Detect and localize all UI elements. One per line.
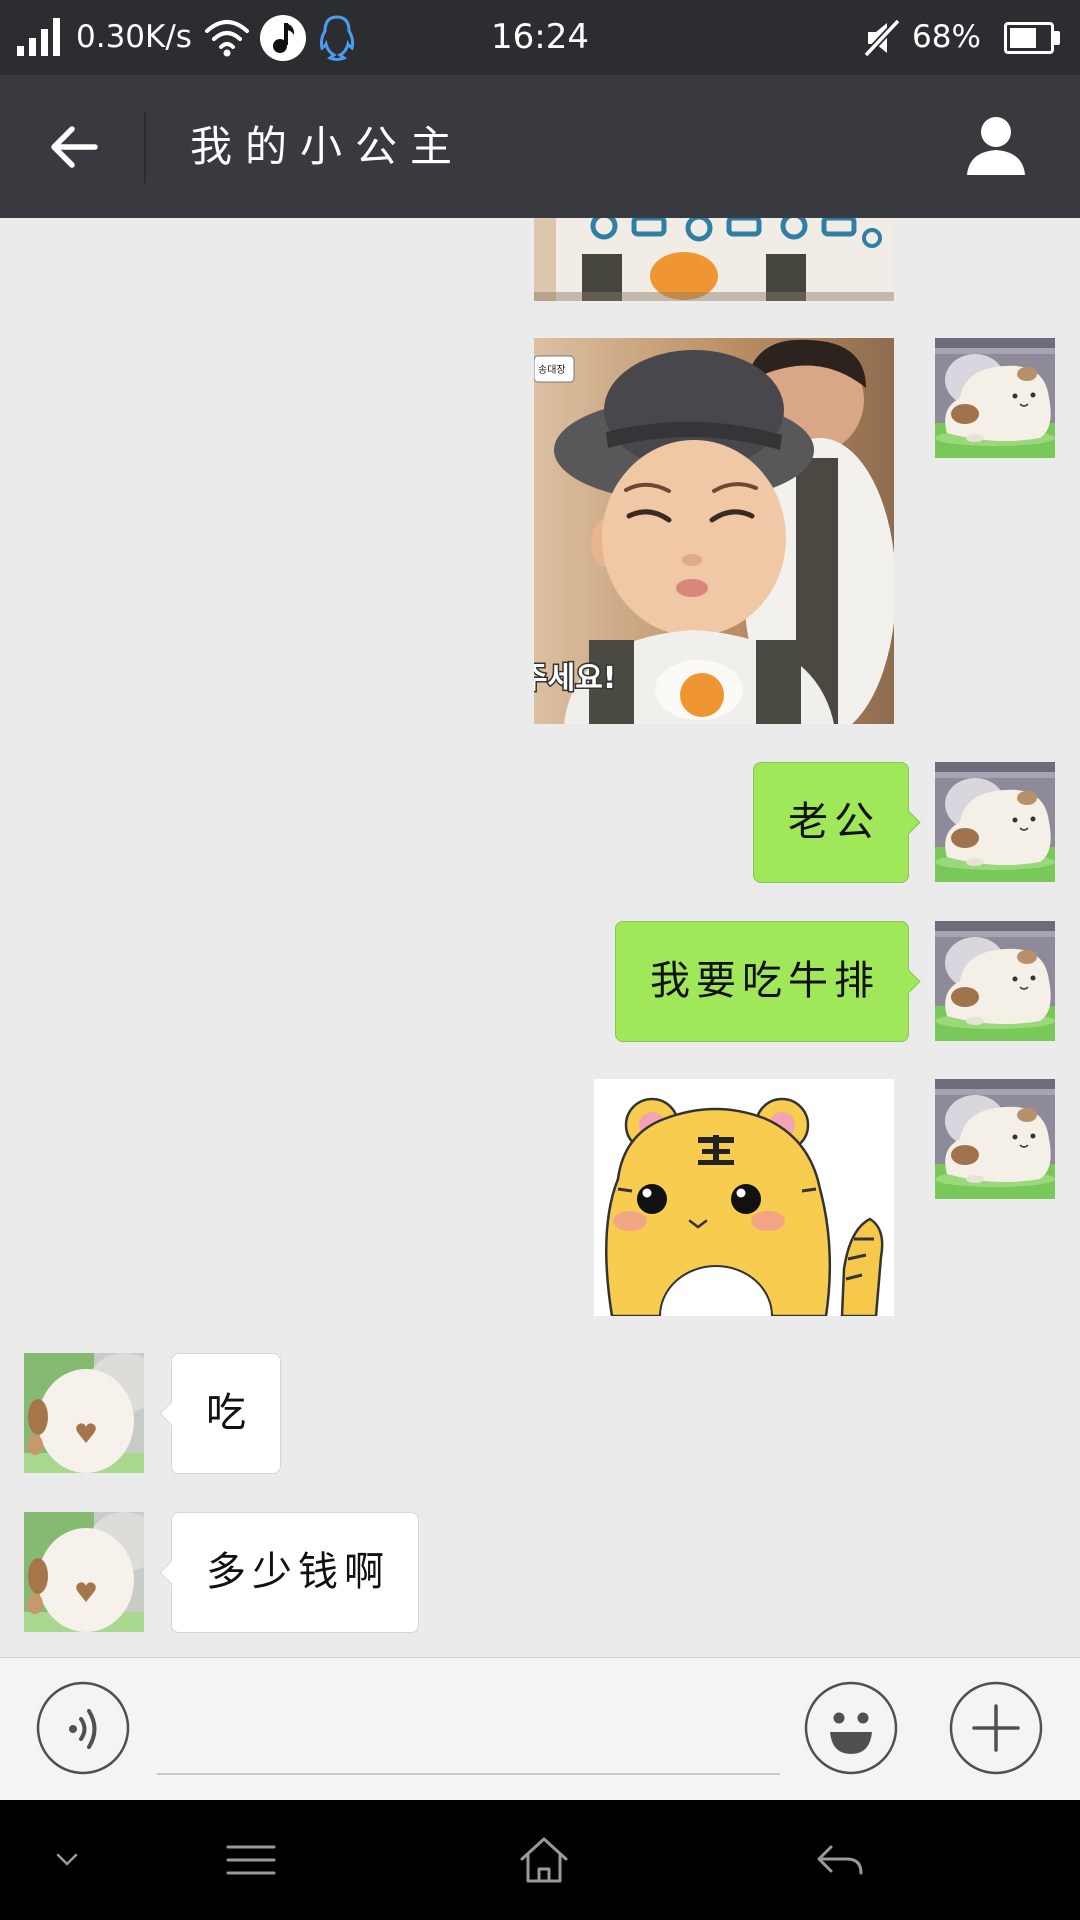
avatar-image <box>935 1079 1055 1199</box>
input-underline <box>157 1773 780 1775</box>
chat-title: 我的小公主 <box>190 122 466 171</box>
message-text: 多少钱啊 <box>206 1549 390 1595</box>
my-avatar[interactable] <box>935 762 1055 882</box>
message-text: 老公 <box>788 799 880 845</box>
battery-nub <box>1054 31 1060 45</box>
clock-time: 16:24 <box>491 17 589 57</box>
avatar-image <box>935 762 1055 882</box>
avatar-image <box>24 1512 144 1632</box>
menu-lines-icon <box>226 1845 276 1875</box>
my-avatar[interactable] <box>935 921 1055 1041</box>
message-text: 吃 <box>206 1390 252 1436</box>
music-app-icon <box>260 15 306 61</box>
mute-icon <box>863 18 901 58</box>
chat-info-button[interactable] <box>950 111 1042 183</box>
contact-avatar[interactable] <box>24 1512 144 1632</box>
received-message-bubble[interactable]: 多少钱啊 <box>171 1512 419 1633</box>
photo-label: 송대장 <box>538 364 566 376</box>
avatar-image <box>935 921 1055 1041</box>
collapse-button[interactable] <box>17 1820 117 1900</box>
smiley-icon <box>804 1681 898 1775</box>
signal-bars-icon <box>17 18 60 56</box>
person-icon <box>967 117 1025 175</box>
tiger-sticker-image <box>594 1079 894 1316</box>
wifi-icon <box>205 20 249 57</box>
arrow-left-icon <box>51 126 98 168</box>
received-message-bubble[interactable]: 吃 <box>171 1353 281 1474</box>
sent-photo-message[interactable] <box>534 218 894 301</box>
back-button[interactable] <box>30 111 120 183</box>
plus-icon <box>949 1681 1043 1775</box>
system-back-button[interactable] <box>790 1820 890 1900</box>
menu-button[interactable] <box>201 1820 301 1900</box>
sent-message-bubble[interactable]: 老公 <box>753 762 909 883</box>
home-button[interactable] <box>494 1820 594 1900</box>
voice-input-button[interactable] <box>36 1681 130 1775</box>
sent-photo-message[interactable]: 송대장 주세요! <box>534 338 894 724</box>
home-icon <box>520 1837 568 1883</box>
message-text-input[interactable] <box>157 1678 780 1774</box>
my-avatar[interactable] <box>935 1079 1055 1199</box>
battery-icon <box>1004 22 1054 54</box>
message-list[interactable]: 송대장 주세요! 老公 <box>0 218 1080 1657</box>
voice-wave-icon <box>36 1681 130 1775</box>
my-avatar[interactable] <box>935 338 1055 458</box>
network-speed: 0.30K/s <box>76 19 192 55</box>
photo-image: 송대장 주세요! <box>534 338 894 724</box>
battery-level-fill <box>1010 28 1036 48</box>
return-arrow-icon <box>817 1845 863 1875</box>
avatar-image <box>935 338 1055 458</box>
status-bar: 0.30K/s 16:24 68% <box>0 0 1080 75</box>
photo-image <box>534 218 894 301</box>
chevron-down-icon <box>56 1853 78 1866</box>
sent-message-bubble[interactable]: 我要吃牛排 <box>615 921 909 1042</box>
photo-caption: 주세요! <box>534 661 616 696</box>
sent-sticker-message[interactable] <box>594 1079 894 1316</box>
more-options-button[interactable] <box>949 1681 1043 1775</box>
system-navigation-bar <box>0 1800 1080 1920</box>
emoji-button[interactable] <box>804 1681 898 1775</box>
message-text: 我要吃牛排 <box>650 958 880 1004</box>
header-divider <box>144 111 146 183</box>
contact-avatar[interactable] <box>24 1353 144 1473</box>
message-input-bar <box>0 1657 1080 1800</box>
battery-percent: 68% <box>912 19 981 55</box>
avatar-image <box>24 1353 144 1473</box>
chat-header: 我的小公主 <box>0 75 1080 218</box>
qq-penguin-icon <box>319 15 355 61</box>
